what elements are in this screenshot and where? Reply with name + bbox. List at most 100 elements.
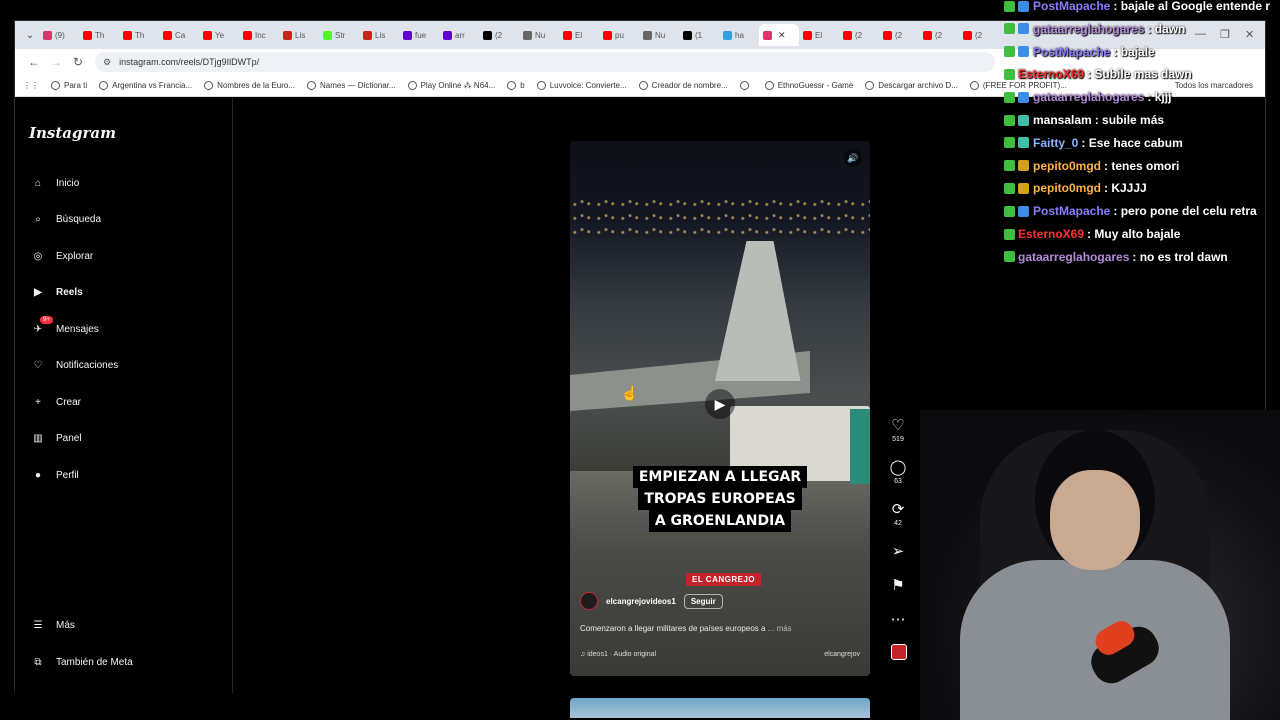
browser-tab[interactable]: Th [79, 24, 119, 46]
globe-icon [507, 81, 517, 90]
tab-label: Th [95, 30, 105, 40]
address-bar[interactable]: ⚙ instagram.com/reels/DTjg9IlDWTp/ [95, 52, 995, 72]
chat-username: PostMapache [1033, 0, 1111, 13]
apps-icon[interactable]: ⋮⋮ [23, 81, 39, 90]
tab-label: Ye [215, 30, 225, 40]
like-action[interactable]: ♡ 519 [883, 418, 913, 444]
browser-tab[interactable]: Inc [239, 24, 279, 46]
audio-thumbnail[interactable] [891, 644, 907, 660]
browser-tab[interactable]: fue [399, 24, 439, 46]
site-info-icon[interactable]: ⚙ [103, 57, 111, 68]
sidebar-item-panel[interactable]: ▥ Panel [29, 430, 81, 448]
browser-tab[interactable]: pu [599, 24, 639, 46]
browser-tab[interactable]: Lis [359, 24, 399, 46]
browser-tab[interactable]: El [559, 24, 599, 46]
browser-tab[interactable]: (2 [919, 24, 959, 46]
reload-icon[interactable]: ↻ [67, 55, 89, 69]
browser-tab[interactable]: Str [319, 24, 359, 46]
instagram-logo[interactable]: Instagram [29, 124, 116, 142]
close-tab-icon[interactable]: ✕ [778, 30, 786, 41]
play-icon[interactable]: ▶ [705, 389, 735, 419]
bookmark-item[interactable]: Play Online ⁂ N64... [407, 81, 495, 90]
browser-tab[interactable]: Th [119, 24, 159, 46]
browser-tab[interactable]: Lis [279, 24, 319, 46]
audio-label[interactable]: ♫ ideos1 · Audio original [580, 651, 656, 658]
more-options-action[interactable]: ⋯ [883, 612, 913, 628]
browser-tab[interactable]: Ca [159, 24, 199, 46]
audio-author[interactable]: elcangrejov [824, 651, 860, 658]
chat-text: : Muy alto bajale [1087, 227, 1181, 241]
chat-text: : kjjj [1147, 90, 1172, 105]
chat-text: : subile más [1094, 113, 1165, 127]
more-label: Más [56, 619, 75, 631]
bookmark-item[interactable] [739, 81, 753, 90]
browser-tab[interactable]: (2 [959, 24, 999, 46]
chat-text: : bajale [1113, 44, 1155, 59]
browser-tab[interactable]: Nu [639, 24, 679, 46]
browser-tab[interactable]: ha [719, 24, 759, 46]
browser-tab[interactable]: (2 [879, 24, 919, 46]
browser-tab[interactable]: (1 [679, 24, 719, 46]
sidebar-item-crear[interactable]: + Crear [29, 393, 81, 411]
sidebar-item-notificaciones[interactable]: ♡ Notificaciones [29, 357, 119, 375]
more-menu-button[interactable]: ☰ Más [29, 616, 75, 634]
browser-tab[interactable]: ✕ [759, 24, 799, 46]
comment-count: 63 [894, 478, 902, 485]
bookmark-item[interactable]: EthnoGuessr - Game [764, 81, 853, 90]
sidebar-item-explorar[interactable]: ◎ Explorar [29, 247, 94, 265]
bookmark-item[interactable]: Descargar archivo D... [865, 81, 958, 90]
maximize-icon[interactable]: ❐ [1220, 28, 1230, 41]
webcam-person-face [1050, 470, 1140, 570]
chat-message: pepito0mgd: KJJJJ [1000, 179, 1147, 197]
browser-tab[interactable]: Ye [199, 24, 239, 46]
avatar-icon: ● [34, 469, 42, 481]
bookmark-item[interactable]: Argentina vs Francia... [99, 81, 192, 90]
globe-icon [739, 81, 749, 90]
comment-action[interactable]: ◯ 63 [883, 460, 913, 486]
author-name[interactable]: elcangrejovideos1 [606, 597, 676, 606]
forward-icon[interactable]: → [45, 55, 67, 69]
sidebar-item-bsqueda[interactable]: ⌕ Búsqueda [29, 211, 101, 229]
reel-video[interactable]: 🔊 ▶ EMPIEZAN A LLEGAR TROPAS EUROPEAS A … [570, 141, 870, 676]
close-window-icon[interactable]: ✕ [1245, 28, 1254, 41]
bookmark-item[interactable]: Creador de nombre... [638, 81, 728, 90]
sidebar-item-reels[interactable]: ▶ Reels [29, 284, 83, 302]
sidebar-item-mensajes[interactable]: ✈ 9+ Mensajes [29, 316, 99, 338]
bookmark-item[interactable]: Names — Dictionar... [306, 81, 396, 90]
kick-badge-icon [1004, 251, 1015, 263]
browser-tab[interactable]: Nu [519, 24, 559, 46]
caption-line: EMPIEZAN A LLEGAR [632, 466, 808, 488]
tab-label: arr [455, 30, 465, 40]
minimize-icon[interactable]: — [1195, 28, 1206, 40]
volume-icon[interactable]: 🔊 [844, 149, 862, 167]
tab-search-icon[interactable]: ⌄ [21, 26, 39, 44]
browser-tab[interactable]: (2 [839, 24, 879, 46]
bookmark-item[interactable]: Nombres de la Euro... [204, 81, 295, 90]
back-icon[interactable]: ← [23, 55, 45, 69]
bookmark-item[interactable]: b [507, 81, 525, 90]
save-action[interactable]: ⚑ [883, 578, 913, 594]
sidebar-item-label: Mensajes [56, 323, 99, 335]
author-avatar[interactable] [580, 592, 598, 610]
description-more-link[interactable]: ... más [768, 624, 792, 633]
tab-label: Nu [655, 30, 666, 40]
sidebar-item-inicio[interactable]: ⌂ Inicio [29, 174, 79, 192]
browser-tab[interactable]: arr [439, 24, 479, 46]
repost-action[interactable]: ⟳ 42 [883, 502, 913, 528]
browser-tab[interactable]: (2 [479, 24, 519, 46]
subscriber-badge-icon [1018, 23, 1029, 35]
bookmark-item[interactable]: Luvvoice: Convierte... [536, 81, 627, 90]
brand-tag: EL CANGREJO [686, 573, 762, 586]
bookmark-item[interactable]: Para ti [51, 81, 87, 90]
globe-icon [51, 81, 60, 90]
tab-label: Lis [295, 30, 306, 40]
browser-tab[interactable]: (9) [39, 24, 79, 46]
sidebar-item-perfil[interactable]: ● Perfil [29, 466, 79, 484]
next-reel-preview[interactable] [570, 698, 870, 718]
share-action[interactable]: ➢ [883, 544, 913, 560]
also-from-meta-button[interactable]: ⧉ También de Meta [29, 653, 132, 671]
follow-button[interactable]: Seguir [683, 593, 723, 609]
browser-tab[interactable]: El [799, 24, 839, 46]
kick-badge-icon [1004, 68, 1015, 80]
globe-icon [99, 81, 109, 90]
